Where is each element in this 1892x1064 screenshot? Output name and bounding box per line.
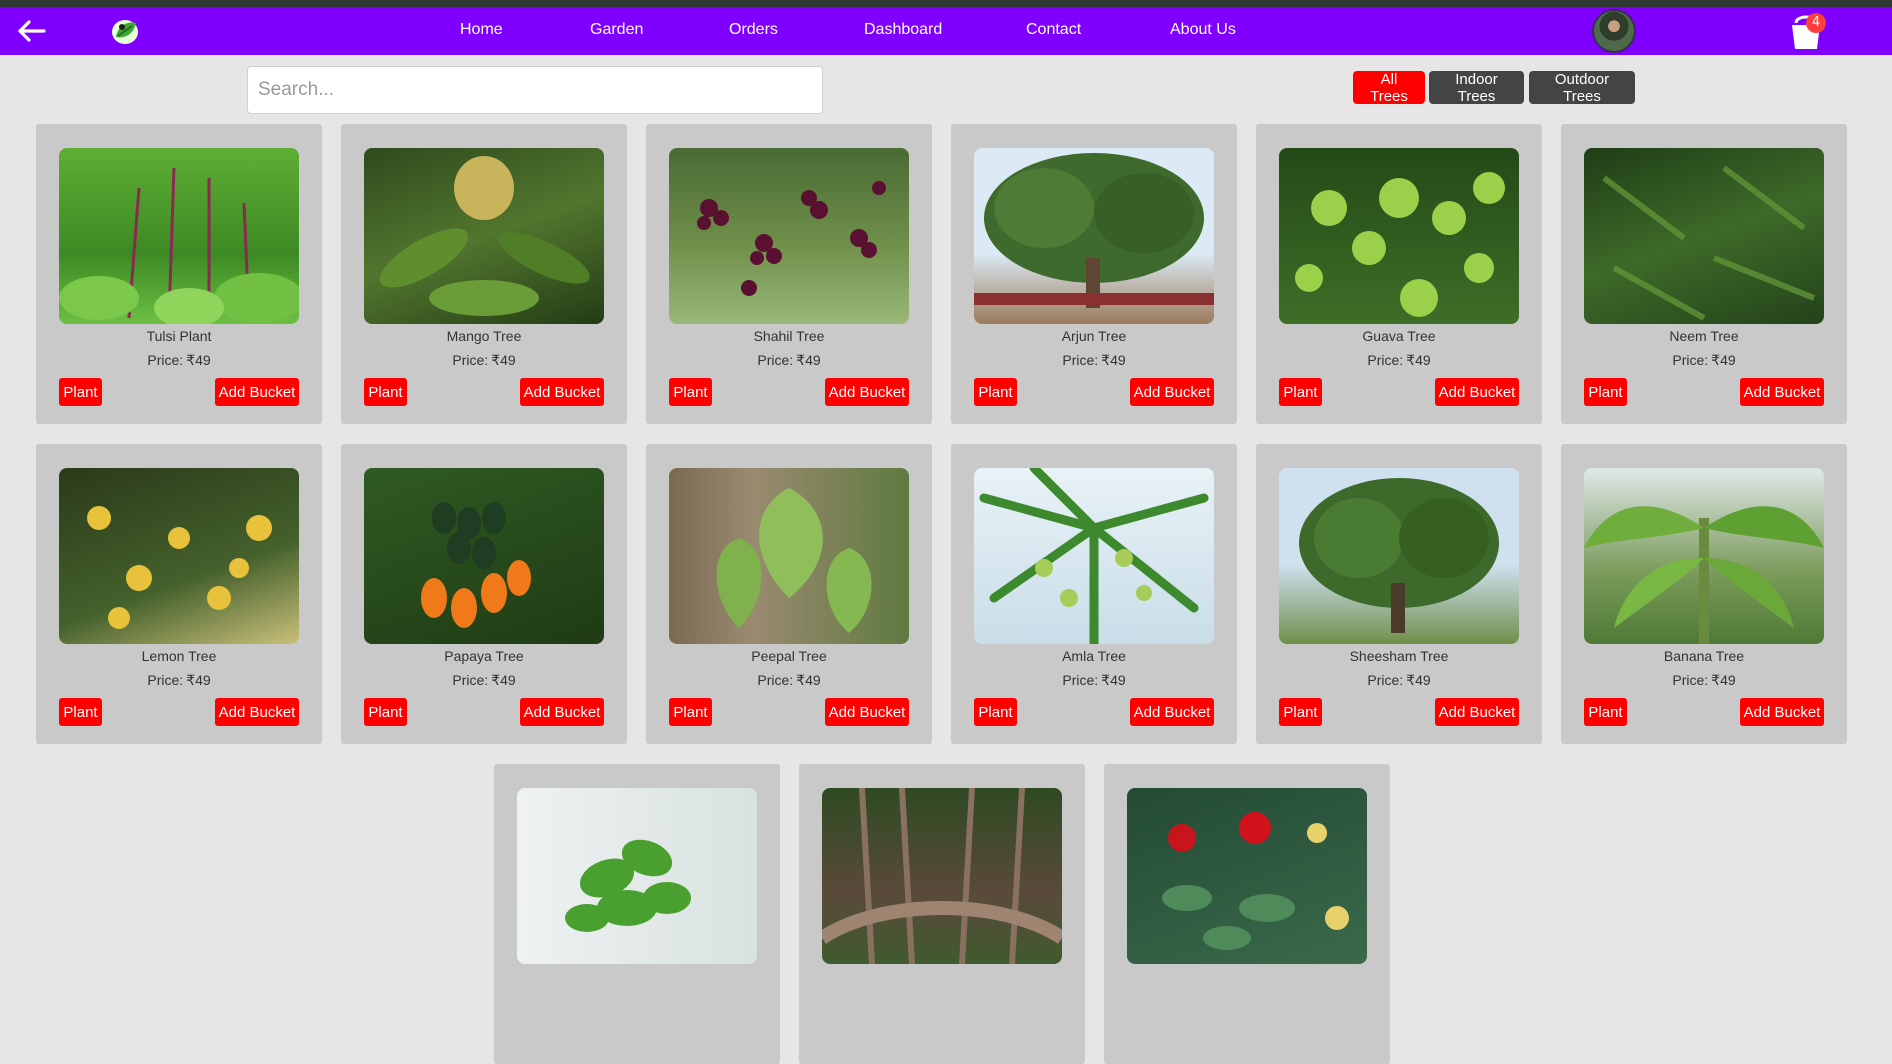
product-name: Tulsi Plant — [146, 328, 212, 344]
product-name: Neem Tree — [1669, 328, 1739, 344]
nav-about[interactable]: About Us — [1170, 21, 1236, 39]
product-image — [1584, 148, 1824, 324]
nav-contact[interactable]: Contact — [1026, 21, 1081, 39]
product-image — [1279, 468, 1519, 644]
product-image — [364, 468, 604, 644]
product-name: Amla Tree — [1062, 648, 1126, 664]
product-price: Price: ₹49 — [1062, 672, 1126, 688]
plant-button[interactable]: Plant — [1279, 378, 1322, 406]
plant-button[interactable]: Plant — [364, 698, 407, 726]
product-card: Banana Tree Price: ₹49 Plant Add Bucket — [1561, 444, 1847, 744]
cart-count-badge: 4 — [1806, 13, 1826, 33]
add-bucket-button[interactable]: Add Bucket — [1130, 698, 1214, 726]
product-image — [974, 148, 1214, 324]
product-name: Mango Tree — [446, 328, 522, 344]
nav-orders[interactable]: Orders — [729, 21, 778, 39]
plant-button[interactable]: Plant — [669, 378, 712, 406]
add-bucket-button[interactable]: Add Bucket — [1435, 378, 1519, 406]
product-image — [1584, 468, 1824, 644]
add-bucket-button[interactable]: Add Bucket — [215, 378, 299, 406]
plant-button[interactable]: Plant — [669, 698, 712, 726]
product-price: Price: ₹49 — [1672, 672, 1736, 688]
product-card — [799, 764, 1085, 1064]
product-image — [1127, 788, 1367, 964]
plant-button[interactable]: Plant — [974, 378, 1017, 406]
nav-garden[interactable]: Garden — [590, 21, 643, 39]
product-price: Price: ₹49 — [452, 352, 516, 368]
product-card — [494, 764, 780, 1064]
plant-button[interactable]: Plant — [59, 378, 102, 406]
add-bucket-button[interactable]: Add Bucket — [1740, 698, 1824, 726]
add-bucket-button[interactable]: Add Bucket — [825, 698, 909, 726]
plant-button[interactable]: Plant — [59, 698, 102, 726]
product-price: Price: ₹49 — [452, 672, 516, 688]
product-image — [669, 468, 909, 644]
plant-button[interactable]: Plant — [1279, 698, 1322, 726]
product-image — [1279, 148, 1519, 324]
product-card: Lemon Tree Price: ₹49 Plant Add Bucket — [36, 444, 322, 744]
product-image — [822, 788, 1062, 964]
product-name: Sheesham Tree — [1349, 648, 1449, 664]
product-price: Price: ₹49 — [1672, 352, 1736, 368]
product-card: Shahil Tree Price: ₹49 Plant Add Bucket — [646, 124, 932, 424]
product-name: Arjun Tree — [1061, 328, 1127, 344]
product-image — [669, 148, 909, 324]
product-price: Price: ₹49 — [757, 352, 821, 368]
search-input[interactable] — [247, 66, 823, 114]
add-bucket-button[interactable]: Add Bucket — [1435, 698, 1519, 726]
product-price: Price: ₹49 — [1367, 672, 1431, 688]
product-name: Peepal Tree — [751, 648, 827, 664]
product-image — [364, 148, 604, 324]
add-bucket-button[interactable]: Add Bucket — [1740, 378, 1824, 406]
product-price: Price: ₹49 — [1062, 352, 1126, 368]
product-card — [1104, 764, 1390, 1064]
product-card: Papaya Tree Price: ₹49 Plant Add Bucket — [341, 444, 627, 744]
product-card: Amla Tree Price: ₹49 Plant Add Bucket — [951, 444, 1237, 744]
plant-button[interactable]: Plant — [1584, 378, 1627, 406]
product-price: Price: ₹49 — [1367, 352, 1431, 368]
plant-button[interactable]: Plant — [1584, 698, 1627, 726]
product-card: Mango Tree Price: ₹49 Plant Add Bucket — [341, 124, 627, 424]
product-card: Guava Tree Price: ₹49 Plant Add Bucket — [1256, 124, 1542, 424]
add-bucket-button[interactable]: Add Bucket — [1130, 378, 1214, 406]
filter-outdoor-trees-button[interactable]: Outdoor Trees — [1529, 71, 1635, 105]
top-strip — [0, 0, 1892, 7]
product-image — [59, 468, 299, 644]
product-card: Sheesham Tree Price: ₹49 Plant Add Bucket — [1256, 444, 1542, 744]
product-name: Shahil Tree — [753, 328, 825, 344]
product-name: Papaya Tree — [444, 648, 524, 664]
plant-button[interactable]: Plant — [974, 698, 1017, 726]
nav-home[interactable]: Home — [460, 21, 503, 39]
nav-dashboard[interactable]: Dashboard — [864, 21, 942, 39]
navbar: Home Garden Orders Dashboard Contact Abo… — [0, 7, 1892, 55]
product-card: Neem Tree Price: ₹49 Plant Add Bucket — [1561, 124, 1847, 424]
add-bucket-button[interactable]: Add Bucket — [520, 378, 604, 406]
product-card: Tulsi Plant Price: ₹49 Plant Add Bucket — [36, 124, 322, 424]
product-card: Peepal Tree Price: ₹49 Plant Add Bucket — [646, 444, 932, 744]
plant-button[interactable]: Plant — [364, 378, 407, 406]
product-image — [974, 468, 1214, 644]
user-avatar[interactable] — [1592, 9, 1636, 53]
product-name: Banana Tree — [1663, 648, 1745, 664]
product-image — [59, 148, 299, 324]
add-bucket-button[interactable]: Add Bucket — [825, 378, 909, 406]
add-bucket-button[interactable]: Add Bucket — [215, 698, 299, 726]
filter-indoor-trees-button[interactable]: Indoor Trees — [1429, 71, 1524, 105]
product-image — [517, 788, 757, 964]
add-bucket-button[interactable]: Add Bucket — [520, 698, 604, 726]
product-price: Price: ₹49 — [147, 672, 211, 688]
product-price: Price: ₹49 — [147, 352, 211, 368]
filter-all-trees-button[interactable]: All Trees — [1353, 71, 1425, 105]
product-name: Guava Tree — [1362, 328, 1436, 344]
product-card: Arjun Tree Price: ₹49 Plant Add Bucket — [951, 124, 1237, 424]
product-name: Lemon Tree — [141, 648, 217, 664]
product-price: Price: ₹49 — [757, 672, 821, 688]
